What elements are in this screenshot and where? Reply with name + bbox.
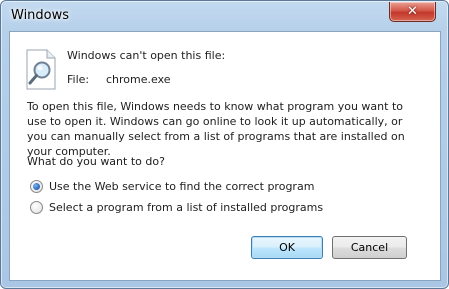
ok-button[interactable]: OK xyxy=(251,236,323,259)
explanation-text: To open this file, Windows needs to know… xyxy=(27,100,405,158)
headline-text: Windows can't open this file: xyxy=(67,49,226,62)
title-bar[interactable]: Windows ✕ xyxy=(1,1,448,31)
option-installed-programs-label[interactable]: Select a program from a list of installe… xyxy=(49,201,323,214)
question-text: What do you want to do? xyxy=(27,155,165,168)
option-installed-programs[interactable]: Select a program from a list of installe… xyxy=(30,199,323,215)
search-document-icon xyxy=(25,49,57,91)
window-title: Windows xyxy=(11,8,70,23)
file-label: File: xyxy=(67,73,90,86)
option-web-service[interactable]: Use the Web service to find the correct … xyxy=(30,178,314,194)
dialog-content: Windows can't open this file: File: chro… xyxy=(9,31,441,281)
close-button[interactable]: ✕ xyxy=(389,2,436,22)
close-icon: ✕ xyxy=(407,4,418,19)
cancel-button[interactable]: Cancel xyxy=(332,236,407,259)
option-web-service-label[interactable]: Use the Web service to find the correct … xyxy=(49,180,314,193)
dialog-window: Windows ✕ Windows can't open this file: … xyxy=(0,0,449,289)
radio-installed-programs[interactable] xyxy=(30,200,43,214)
file-name: chrome.exe xyxy=(106,73,171,86)
radio-web-service[interactable] xyxy=(30,179,43,193)
